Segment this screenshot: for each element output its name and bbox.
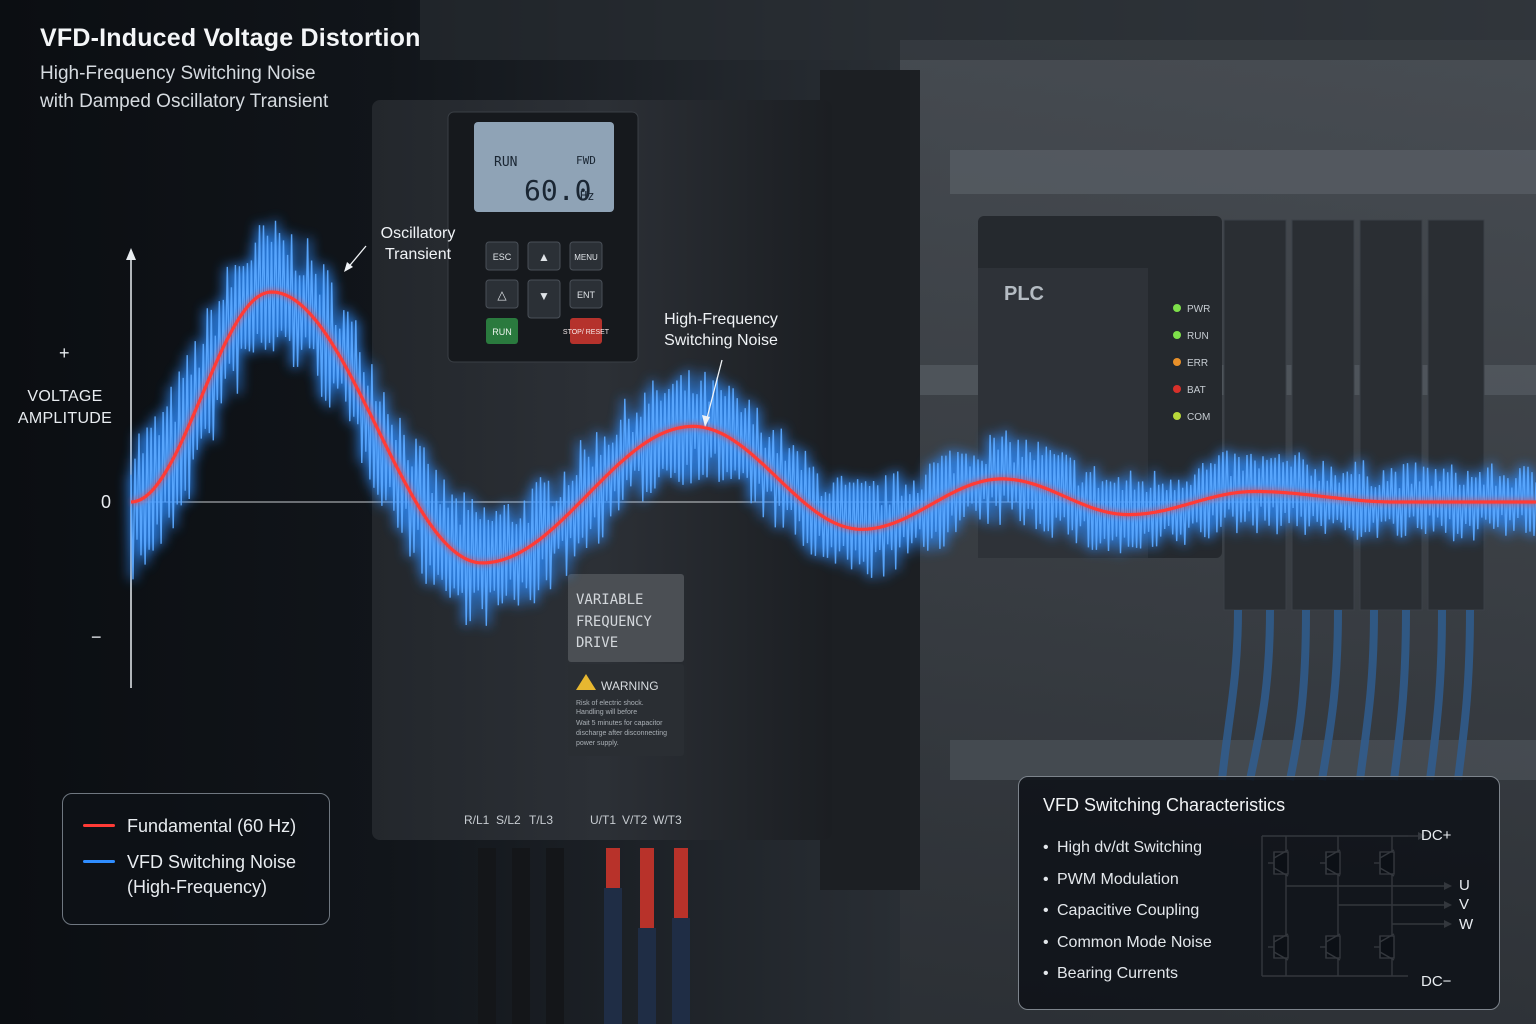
y-axis-label-line-1: VOLTAGE — [27, 388, 103, 405]
characteristic-label: High dv/dt Switching — [1057, 839, 1202, 856]
vfd-nameplate-line1: VARIABLE — [576, 592, 643, 608]
subtitle-line-1: High-Frequency Switching Noise — [40, 63, 316, 84]
plc-led-label: PWR — [1187, 304, 1210, 315]
plc-io-module-1 — [1223, 219, 1287, 611]
vfd-warning-body-2: Handling will before — [576, 709, 637, 716]
vfd-key-run-label: RUN — [492, 327, 512, 337]
plc-led-label: COM — [1187, 412, 1210, 423]
page-subtitle: High-Frequency Switching Noise with Damp… — [40, 60, 460, 116]
characteristics-list: • High dv/dt Switching • PWM Modulation • C… — [1043, 832, 1212, 990]
plc-led-label: RUN — [1187, 331, 1209, 342]
list-item: • Capacitive Coupling — [1043, 902, 1200, 920]
panel-title: VFD Switching Characteristics — [1043, 795, 1286, 815]
vfd-terminal-vt2: V/T2 — [622, 813, 648, 827]
plc-led-label: ERR — [1187, 358, 1208, 369]
circuit-label-u: U — [1459, 877, 1470, 894]
circuit-label-dc-plus: DC+ — [1421, 827, 1452, 844]
vfd-warning-body-4: discharge after disconnecting — [576, 730, 667, 737]
legend-label-fundamental: Fundamental (60 Hz) — [127, 816, 297, 836]
switching-characteristics-panel: VFD Switching Characteristics • High dv/d… — [1018, 776, 1500, 1010]
vfd-key-esc-label: ESC — [493, 252, 512, 262]
annotation-transient-line-1: Oscillatory — [380, 225, 456, 242]
characteristic-label: Common Mode Noise — [1057, 933, 1212, 951]
vfd-key-ent-label: ENT — [577, 290, 596, 300]
y-tick-zero: 0 — [101, 492, 112, 512]
subtitle-line-2: with Damped Oscillatory Transient — [40, 91, 329, 112]
annotation-switching-noise: High-Frequency Switching Noise — [644, 309, 798, 351]
annotation-transient-line-2: Transient — [384, 246, 452, 263]
characteristic-label: Bearing Currents — [1057, 965, 1178, 983]
vfd-key-up-label: ▲ — [538, 250, 550, 264]
annotation-noise-line-1: High-Frequency — [664, 311, 778, 328]
list-item: • Common Mode Noise — [1043, 933, 1212, 951]
annotation-oscillatory-transient: Oscillatory Transient — [362, 223, 474, 265]
legend-noise-line-2: (High-Frequency) — [127, 877, 268, 897]
vfd-nameplate-line2: FREQUENCY — [576, 614, 652, 630]
vfd-nameplate-line3: DRIVE — [576, 635, 618, 651]
plc-led-err-icon — [1173, 358, 1181, 366]
plc-io-module-4 — [1427, 219, 1485, 611]
y-axis-label: VOLTAGE AMPLITUDE — [10, 386, 120, 430]
vfd-lcd-direction: FWD — [576, 154, 596, 167]
y-tick-plus: + — [59, 343, 70, 363]
enclosure-frame — [420, 0, 1536, 60]
din-rail-top — [950, 150, 1536, 194]
vfd-key-down-label: ▼ — [538, 289, 550, 303]
list-item: • High dv/dt Switching — [1043, 839, 1202, 856]
vfd-terminal-rl1: R/L1 — [464, 813, 490, 827]
list-item: • Bearing Currents — [1043, 965, 1178, 983]
vfd-warning-title: WARNING — [601, 679, 659, 693]
plc-led-com-icon — [1173, 412, 1181, 420]
plc-led-pwr-icon — [1173, 304, 1181, 312]
characteristic-label: Capacitive Coupling — [1057, 902, 1200, 920]
circuit-label-v: V — [1459, 896, 1470, 913]
din-rail-low — [950, 740, 1536, 780]
plc-label: PLC — [1004, 283, 1044, 305]
vfd-terminal-wt3: W/T3 — [653, 813, 682, 827]
plc-io-module-3 — [1359, 219, 1423, 611]
legend-item-noise: VFD Switching Noise (High-Frequency) — [83, 850, 296, 900]
vfd-warning-body-5: power supply. — [576, 740, 619, 747]
vfd-lcd-mode: RUN — [494, 155, 517, 170]
vfd-key-stop-label: STOP/ RESET — [563, 329, 610, 336]
plc-led-bat-icon — [1173, 385, 1181, 393]
vfd-terminal-ut1: U/T1 — [590, 813, 616, 827]
legend-noise-line-1: VFD Switching Noise — [127, 852, 297, 872]
legend-label-noise: VFD Switching Noise (High-Frequency) — [127, 850, 296, 900]
vfd-warning-body-3: Wait 5 minutes for capacitor — [576, 720, 663, 727]
annotation-noise-line-2: Switching Noise — [664, 332, 778, 349]
legend-swatch-noise — [83, 860, 115, 863]
chart-legend: Fundamental (60 Hz) VFD Switching Noise … — [62, 793, 330, 925]
list-item: • PWM Modulation — [1043, 870, 1179, 888]
page-title: VFD-Induced Voltage Distortion — [40, 24, 421, 52]
plc-led-label: BAT — [1187, 385, 1206, 396]
vfd-terminal-sl2: S/L2 — [496, 813, 521, 827]
plc-led-run-icon — [1173, 331, 1181, 339]
y-axis-label-line-2: AMPLITUDE — [17, 410, 113, 427]
circuit-label-dc-minus: DC− — [1421, 973, 1452, 990]
plc-io-module-2 — [1291, 219, 1355, 611]
y-tick-minus: − — [91, 627, 102, 647]
vfd-warning-body-1: Risk of electric shock. — [576, 700, 644, 707]
legend-swatch-fundamental — [83, 824, 115, 827]
vfd-terminal-tl3: T/L3 — [529, 813, 553, 827]
circuit-label-w: W — [1459, 916, 1474, 933]
legend-item-fundamental: Fundamental (60 Hz) — [83, 814, 296, 839]
vfd-key-menu-label: MENU — [574, 253, 598, 262]
characteristic-label: PWM Modulation — [1057, 870, 1179, 888]
vfd-lcd-unit: Hz — [580, 189, 594, 203]
vfd-key-left-label: △ — [497, 288, 507, 302]
